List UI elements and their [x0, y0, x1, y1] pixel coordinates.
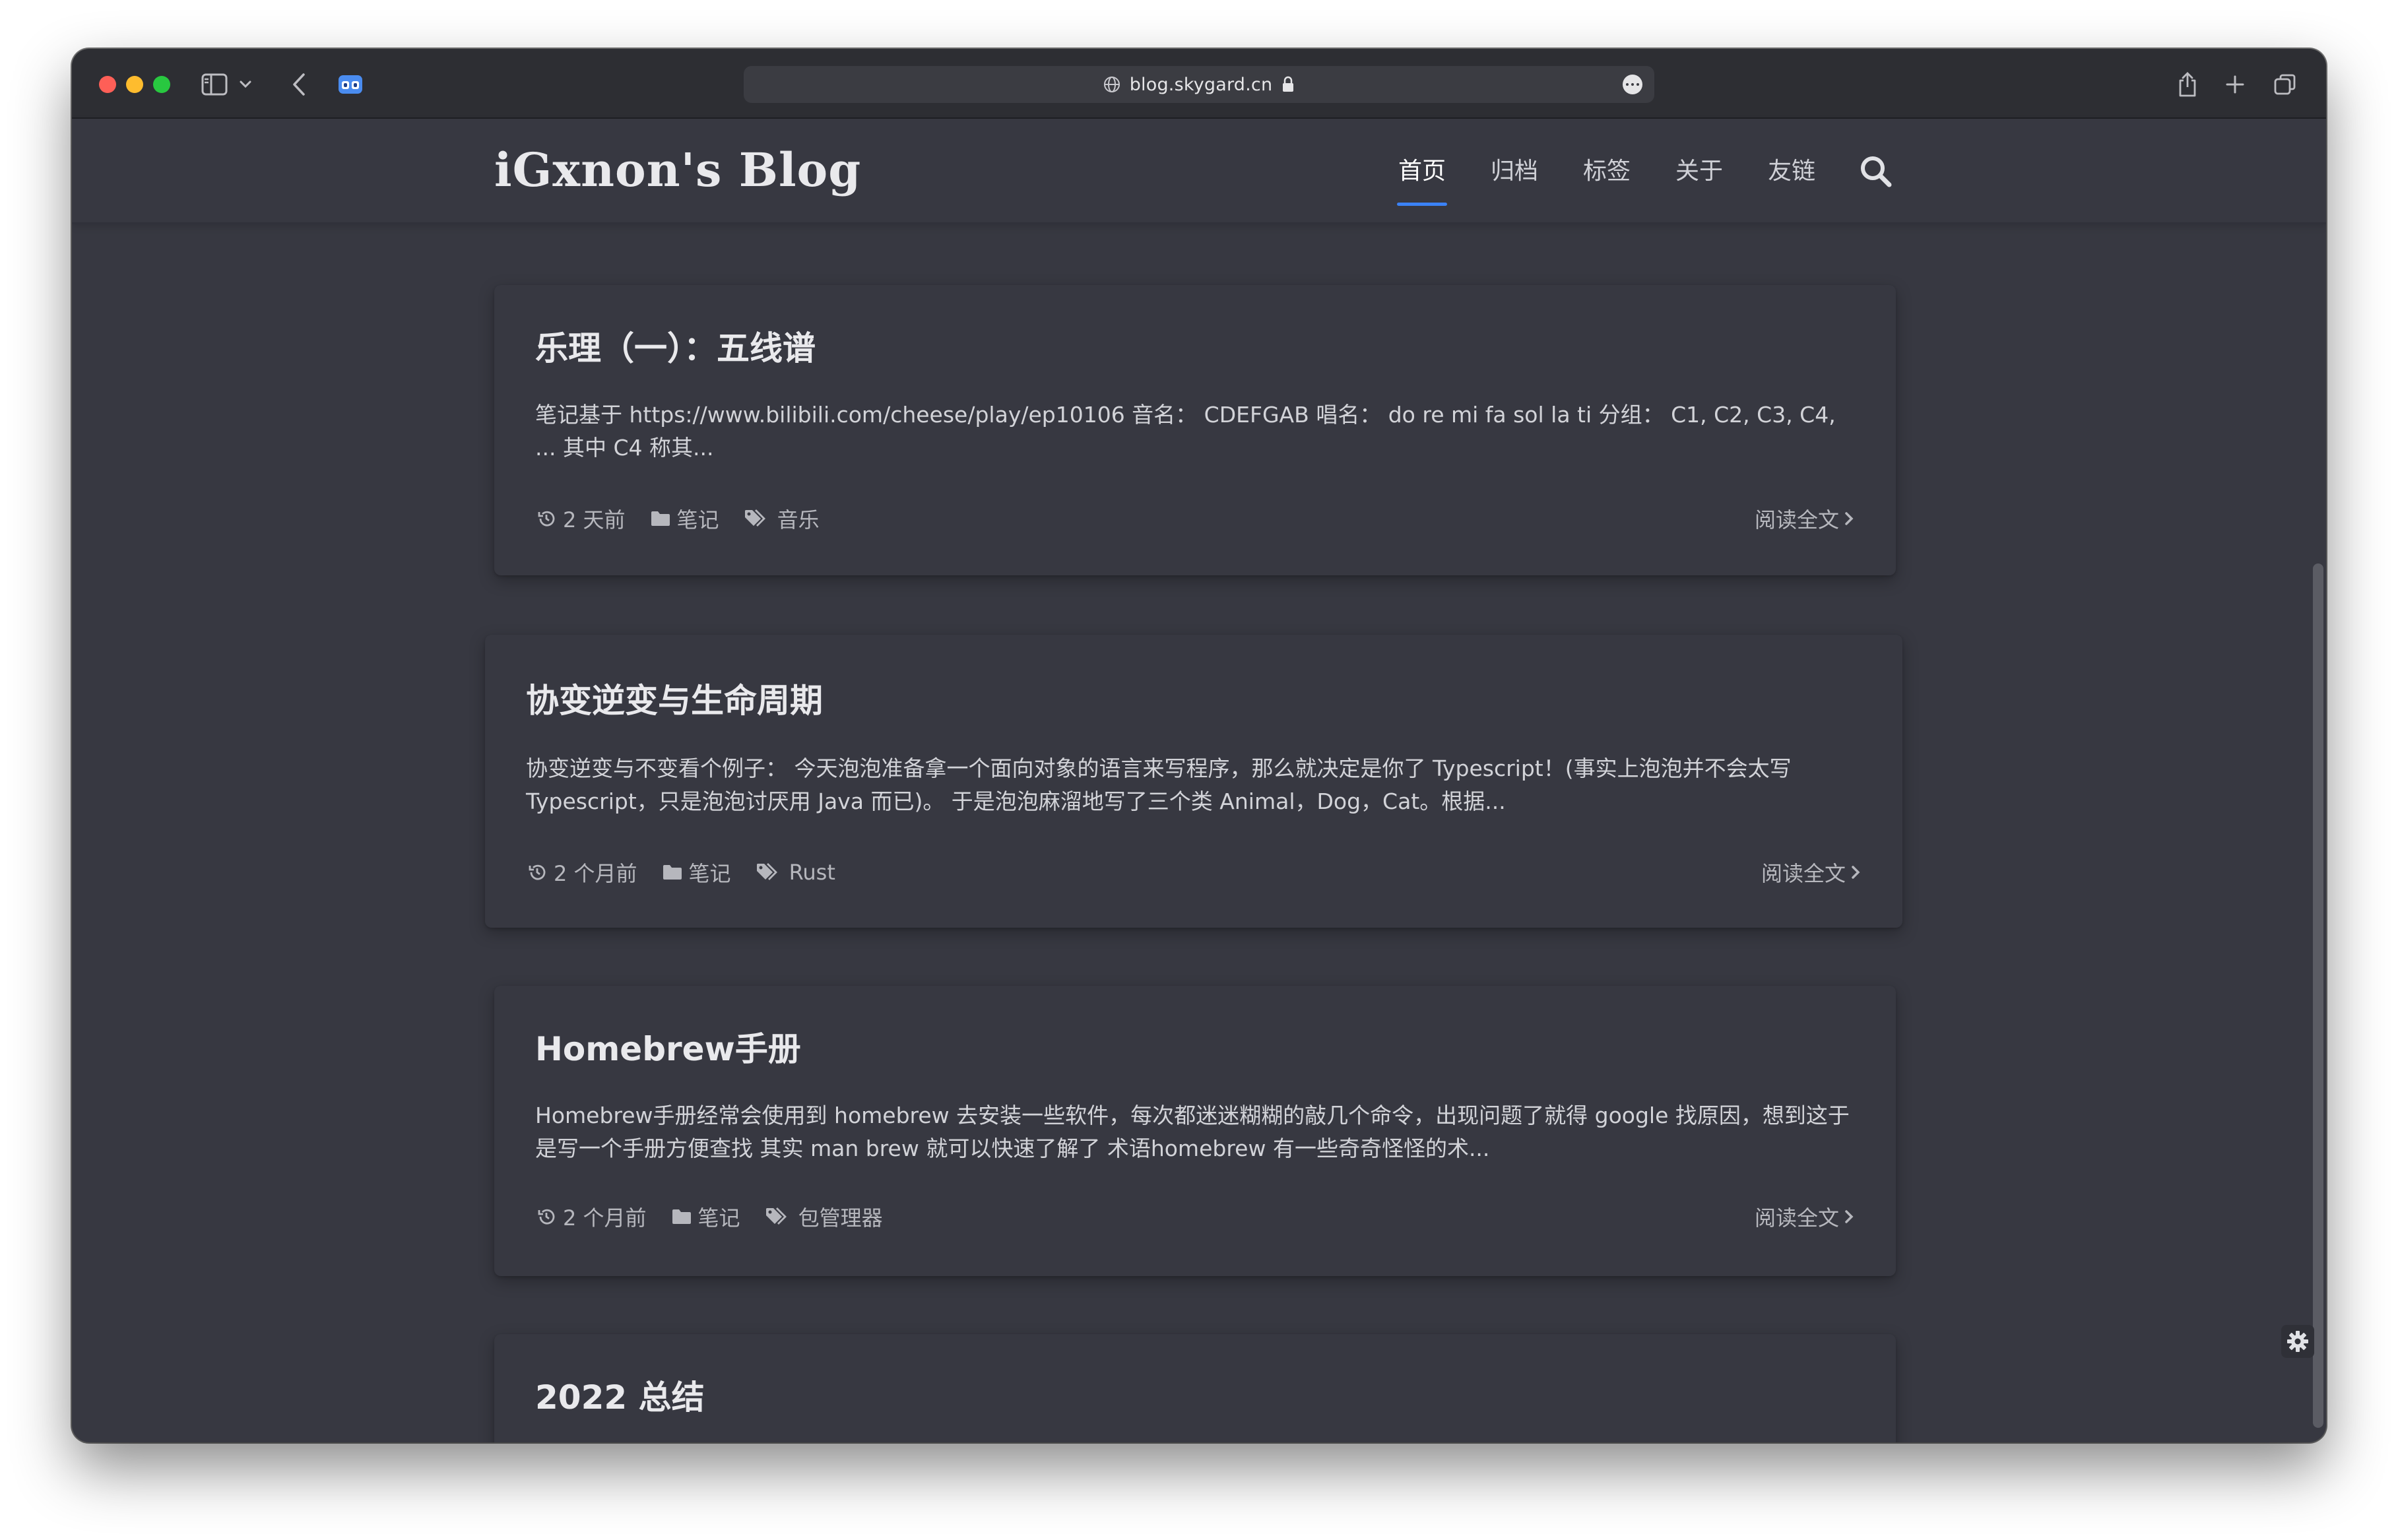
read-more-link[interactable]: 阅读全文	[1761, 859, 1860, 886]
address-bar[interactable]: blog.skygard.cn	[744, 66, 1654, 103]
post-time: 2 个月前	[563, 1205, 647, 1231]
post-meta: 2 个月前 笔记 包管理器	[535, 1202, 907, 1232]
history-icon	[526, 861, 548, 883]
history-icon	[535, 507, 558, 530]
zoom-window-button[interactable]	[153, 76, 170, 93]
post-time: 2 天前	[563, 507, 626, 532]
post-excerpt: 协变逆变与不变看个例子： 今天泡泡准备拿一个面向对象的语言来写程序，那么就决定是…	[526, 755, 1792, 814]
post-card[interactable]: Homebrew手册 Homebrew手册经常会使用到 homebrew 去安装…	[494, 986, 1896, 1276]
folder-icon	[649, 507, 672, 530]
tags-icon	[743, 507, 772, 530]
tags-icon	[764, 1205, 793, 1228]
minimize-window-button[interactable]	[126, 76, 143, 93]
nav-item-about[interactable]: 关于	[1675, 119, 1723, 224]
post-time: 2 个月前	[554, 861, 637, 886]
read-more-link[interactable]: 阅读全文	[1755, 505, 1854, 532]
post-excerpt: 笔记基于 https://www.bilibili.com/cheese/pla…	[535, 402, 1836, 461]
url-text: blog.skygard.cn	[1129, 74, 1273, 95]
nav-item-tags[interactable]: 标签	[1583, 119, 1631, 224]
sidebar-toggle-icon[interactable]	[199, 69, 230, 100]
folder-icon	[670, 1205, 693, 1228]
site-brand[interactable]: iGxnon's Blog	[494, 143, 861, 197]
new-tab-icon[interactable]	[2219, 69, 2251, 100]
read-more-label: 阅读全文	[1761, 861, 1846, 886]
search-icon[interactable]	[1856, 152, 1896, 191]
post-card[interactable]: 乐理（一）：五线谱 笔记基于 https://www.bilibili.com/…	[494, 285, 1896, 575]
read-more-link[interactable]: 阅读全文	[1754, 1203, 1854, 1231]
site-header: iGxnon's Blog 首页 归档 标签 关于 友链	[72, 119, 2326, 224]
browser-window: blog.skygard.cn iGxnon's Blog 首页 归档 标签 关…	[72, 49, 2326, 1442]
post-title[interactable]: 2022 总结	[535, 1371, 705, 1419]
post-title[interactable]: Homebrew手册	[535, 1023, 801, 1070]
globe-icon	[1103, 76, 1120, 93]
post-meta: 2 个月前 笔记 Rust	[526, 857, 859, 887]
nav-item-archive[interactable]: 归档	[1491, 119, 1538, 224]
post-tag[interactable]: 音乐	[777, 503, 820, 534]
close-window-button[interactable]	[99, 76, 116, 93]
tab-overview-icon[interactable]	[2269, 69, 2301, 100]
post-tag[interactable]: Rust	[789, 860, 835, 885]
chevron-right-icon	[1844, 1209, 1854, 1224]
post-tag[interactable]: 包管理器	[798, 1202, 883, 1232]
lock-icon	[1281, 76, 1295, 93]
main-nav: 首页 归档 标签 关于 友链	[1396, 119, 1896, 224]
post-category[interactable]: 笔记	[677, 503, 719, 534]
post-title[interactable]: 协变逆变与生命周期	[526, 674, 823, 722]
tags-icon	[755, 861, 784, 883]
extension-icon[interactable]	[335, 69, 366, 100]
gear-icon[interactable]	[2281, 1325, 2314, 1358]
back-icon[interactable]	[283, 69, 315, 100]
history-icon	[535, 1205, 558, 1228]
nav-item-home[interactable]: 首页	[1396, 119, 1448, 224]
post-card[interactable]: 2022 总结	[494, 1334, 1896, 1442]
read-more-label: 阅读全文	[1754, 507, 1839, 532]
post-category[interactable]: 笔记	[689, 857, 731, 887]
scrollbar-thumb[interactable]	[2313, 563, 2323, 1428]
post-category[interactable]: 笔记	[698, 1202, 740, 1232]
chevron-down-icon[interactable]	[236, 69, 255, 100]
more-options-icon[interactable]	[1623, 75, 1642, 94]
post-title[interactable]: 乐理（一）：五线谱	[535, 322, 816, 369]
browser-toolbar: blog.skygard.cn	[72, 49, 2326, 119]
folder-icon	[661, 861, 684, 883]
chevron-right-icon	[1844, 511, 1854, 526]
post-meta: 2 天前 笔记 音乐	[535, 505, 843, 532]
post-card[interactable]: 协变逆变与生命周期 协变逆变与不变看个例子： 今天泡泡准备拿一个面向对象的语言来…	[485, 635, 1902, 928]
post-excerpt: Homebrew手册经常会使用到 homebrew 去安装一些软件，每次都迷迷糊…	[535, 1103, 1850, 1161]
read-more-label: 阅读全文	[1754, 1205, 1839, 1231]
chevron-right-icon	[1851, 865, 1860, 880]
nav-item-links[interactable]: 友链	[1768, 119, 1815, 224]
share-icon[interactable]	[2172, 69, 2203, 100]
